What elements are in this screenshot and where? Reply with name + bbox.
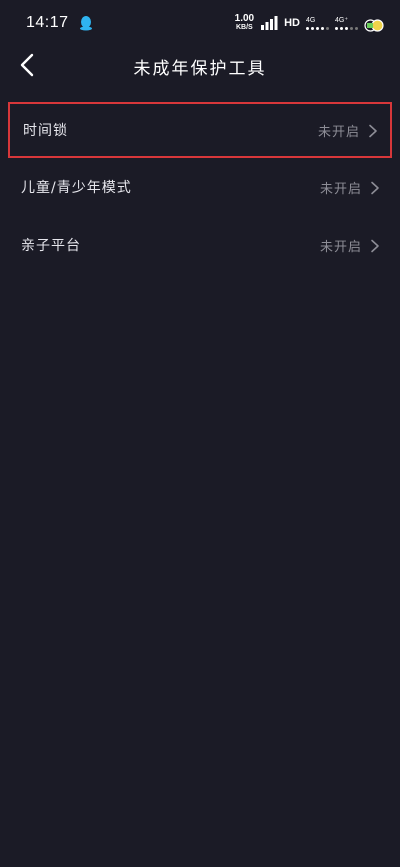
sim2-label: 4G⁺: [335, 16, 349, 24]
signal-icon: [335, 26, 358, 30]
chevron-right-icon: [368, 123, 378, 138]
nav-bar: 未成年保护工具: [0, 46, 400, 86]
chevron-right-icon: [370, 238, 380, 253]
settings-row-time-lock[interactable]: 时间锁 未开启: [8, 102, 392, 158]
network-speed: 1.00 KB/S: [235, 14, 254, 32]
wifi-icon: [260, 15, 278, 31]
settings-list: 时间锁 未开启 儿童/青少年模式 未开启 亲子平台 未开启: [0, 100, 400, 274]
network-speed-value: 1.00: [234, 13, 255, 24]
row-status: 未开启: [317, 124, 360, 140]
status-bar: 14:17 1.00 KB/S HD 4G 4G⁺: [0, 0, 400, 46]
row-label: 儿童/青少年模式: [21, 180, 132, 196]
status-time: 14:17: [26, 14, 69, 31]
chevron-right-icon: [370, 180, 380, 195]
row-right: 未开启: [320, 236, 380, 255]
screen: 14:17 1.00 KB/S HD 4G 4G⁺ 未成年保护工具 时间锁 未开…: [0, 0, 400, 867]
row-right: 未开启: [320, 178, 380, 197]
row-status: 未开启: [319, 239, 362, 255]
network-speed-unit: KB/S: [236, 24, 253, 31]
status-bar-left: 14:17: [26, 14, 93, 32]
battery-icon: [364, 17, 384, 32]
settings-row-parent-platform[interactable]: 亲子平台 未开启: [0, 216, 400, 274]
hd-indicator: HD: [284, 17, 300, 29]
signal-icon: [306, 26, 329, 30]
status-bar-right: 1.00 KB/S HD 4G 4G⁺: [235, 14, 384, 32]
row-label: 时间锁: [23, 123, 68, 139]
row-label: 亲子平台: [21, 238, 81, 254]
row-right: 未开启: [318, 121, 378, 140]
sim1-signal: 4G: [306, 17, 329, 30]
qq-icon: [79, 15, 93, 31]
settings-row-teen-mode[interactable]: 儿童/青少年模式 未开启: [0, 158, 400, 216]
row-status: 未开启: [319, 181, 362, 197]
page-title: 未成年保护工具: [133, 59, 267, 79]
sim2-signal: 4G⁺: [335, 17, 358, 30]
sim1-label: 4G: [306, 16, 316, 24]
